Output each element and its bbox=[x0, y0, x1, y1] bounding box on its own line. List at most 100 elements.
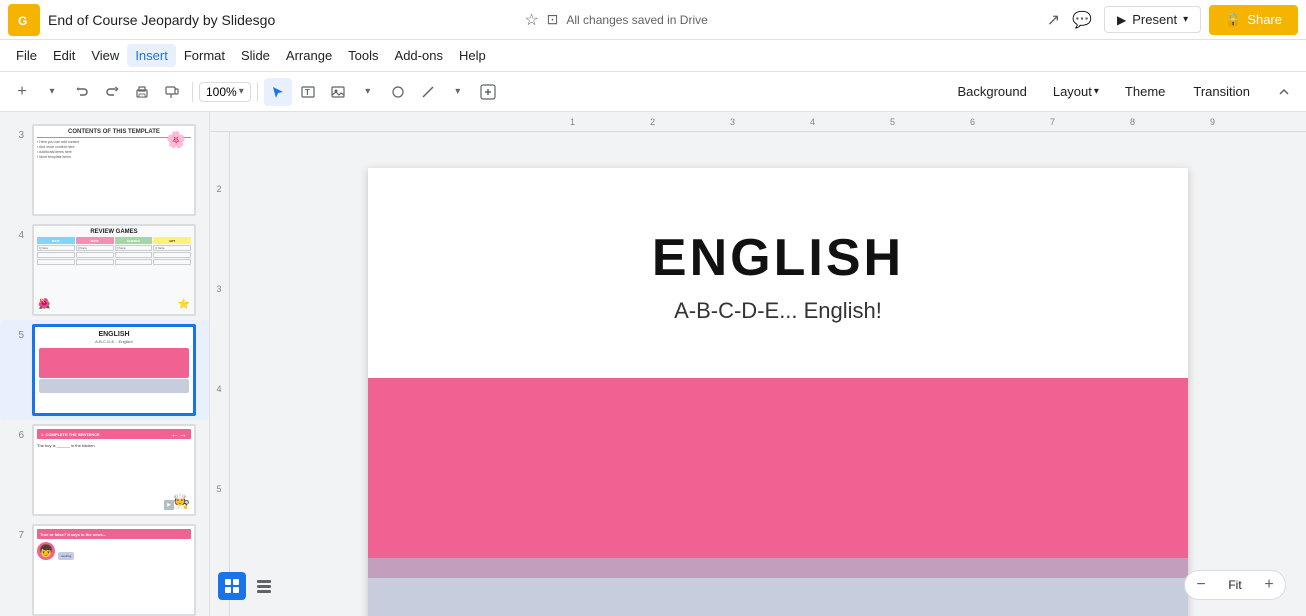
share-button[interactable]: 🔒 Share bbox=[1209, 5, 1298, 35]
redo-button[interactable] bbox=[98, 78, 126, 106]
zoom-dropdown-icon: ▾ bbox=[239, 86, 244, 97]
toolbar-right: Background Layout ▾ Theme Transition bbox=[945, 78, 1298, 106]
undo-dropdown-button[interactable]: ▾ bbox=[38, 78, 66, 106]
line-dropdown-button[interactable]: ▾ bbox=[444, 78, 472, 106]
slide-thumb-4: REVIEW GAMES MAT1 MAT2 SCIENCE ART Q Nam… bbox=[32, 224, 196, 316]
slide-subtitle: A-B-C-D-E... English! bbox=[674, 298, 882, 324]
svg-text:9: 9 bbox=[1210, 117, 1215, 127]
menu-arrange[interactable]: Arrange bbox=[278, 44, 340, 67]
zoom-in-button[interactable]: + bbox=[1257, 573, 1281, 597]
svg-text:5: 5 bbox=[890, 117, 895, 127]
svg-text:G: G bbox=[18, 14, 27, 28]
save-status: All changes saved in Drive bbox=[566, 13, 1034, 27]
svg-text:5: 5 bbox=[216, 484, 221, 494]
slide-item-4[interactable]: 4 REVIEW GAMES MAT1 MAT2 SCIENCE ART Q N… bbox=[0, 220, 209, 320]
menu-file[interactable]: File bbox=[8, 44, 45, 67]
present-dropdown-icon: ▾ bbox=[1183, 14, 1188, 25]
slide-num-3: 3 bbox=[8, 130, 24, 141]
zoom-value: 100% bbox=[206, 85, 237, 99]
toolbar: + ▾ 100% ▾ T ▾ ▾ Background bbox=[0, 72, 1306, 112]
main-content: 3 CONTENTS OF THIS TEMPLATE ▪ Here you c… bbox=[0, 112, 1306, 616]
menu-slide[interactable]: Slide bbox=[233, 44, 278, 67]
layout-button[interactable]: Layout ▾ bbox=[1043, 80, 1109, 103]
cursor-tool-button[interactable] bbox=[264, 78, 292, 106]
slide-item-3[interactable]: 3 CONTENTS OF THIS TEMPLATE ▪ Here you c… bbox=[0, 120, 209, 220]
menu-bar: File Edit View Insert Format Slide Arran… bbox=[0, 40, 1306, 72]
slide-pink-block bbox=[368, 378, 1188, 578]
canvas-scroll-area: ENGLISH A-B-C-D-E... English! bbox=[230, 132, 1306, 616]
slide-num-7: 7 bbox=[8, 530, 24, 541]
lock-icon: 🔒 bbox=[1225, 12, 1241, 28]
add-slide-button[interactable]: + bbox=[8, 78, 36, 106]
shape-tool-button[interactable] bbox=[384, 78, 412, 106]
action-buttons: ↗ 💬 ▶ Present ▾ 🔒 Share bbox=[1047, 5, 1298, 35]
slide-item-7[interactable]: 7 True or false? It says in the news... … bbox=[0, 520, 209, 616]
undo-button[interactable] bbox=[68, 78, 96, 106]
slide-panel: 3 CONTENTS OF THIS TEMPLATE ▪ Here you c… bbox=[0, 112, 210, 616]
menu-edit[interactable]: Edit bbox=[45, 44, 83, 67]
collapse-toolbar-button[interactable] bbox=[1270, 78, 1298, 106]
theme-button[interactable]: Theme bbox=[1113, 80, 1177, 103]
menu-insert[interactable]: Insert bbox=[127, 44, 176, 67]
svg-text:6: 6 bbox=[970, 117, 975, 127]
line-tool-button[interactable] bbox=[414, 78, 442, 106]
list-view-button[interactable] bbox=[250, 572, 278, 600]
svg-text:2: 2 bbox=[216, 184, 221, 194]
image-tool-button[interactable] bbox=[324, 78, 352, 106]
menu-help[interactable]: Help bbox=[451, 44, 494, 67]
menu-tools[interactable]: Tools bbox=[340, 44, 386, 67]
slide-title: ENGLISH bbox=[652, 228, 904, 288]
svg-text:3: 3 bbox=[730, 117, 735, 127]
slide-canvas: ENGLISH A-B-C-D-E... English! bbox=[368, 168, 1188, 616]
title-bar: G End of Course Jeopardy by Slidesgo ☆ ⊡… bbox=[0, 0, 1306, 40]
star-icon[interactable]: ☆ bbox=[524, 10, 538, 30]
image-dropdown-button[interactable]: ▾ bbox=[354, 78, 382, 106]
svg-text:8: 8 bbox=[1130, 117, 1135, 127]
paint-format-button[interactable] bbox=[158, 78, 186, 106]
svg-text:4: 4 bbox=[810, 117, 815, 127]
slide-num-6: 6 bbox=[8, 430, 24, 441]
grid-view-button[interactable] bbox=[218, 572, 246, 600]
present-button[interactable]: ▶ Present ▾ bbox=[1104, 6, 1201, 33]
text-tool-button[interactable]: T bbox=[294, 78, 322, 106]
zoom-control[interactable]: 100% ▾ bbox=[199, 82, 251, 102]
slide-item-6[interactable]: 6 1. COMPLETE THE SENTENCE ←→ The boy is… bbox=[0, 420, 209, 520]
menu-addons[interactable]: Add-ons bbox=[387, 44, 451, 67]
document-title: End of Course Jeopardy by Slidesgo bbox=[48, 12, 516, 28]
divider-1 bbox=[192, 82, 193, 102]
zoom-controls: − Fit + bbox=[1184, 570, 1286, 600]
layout-dropdown-icon: ▾ bbox=[1094, 86, 1099, 97]
special-add-button[interactable] bbox=[474, 78, 502, 106]
svg-text:4: 4 bbox=[216, 384, 221, 394]
vertical-ruler: 2 3 4 5 bbox=[210, 132, 230, 616]
app-icon: G bbox=[8, 4, 40, 36]
slide-thumb-7: True or false? It says in the news... 👦 … bbox=[32, 524, 196, 616]
horizontal-ruler: 1 2 3 4 5 6 7 8 9 bbox=[210, 112, 1306, 132]
background-button[interactable]: Background bbox=[945, 80, 1038, 103]
transition-button[interactable]: Transition bbox=[1181, 80, 1262, 103]
print-button[interactable] bbox=[128, 78, 156, 106]
zoom-display: Fit bbox=[1215, 578, 1255, 592]
trend-icon[interactable]: ↗ bbox=[1047, 10, 1060, 30]
menu-view[interactable]: View bbox=[83, 44, 127, 67]
slide-num-4: 4 bbox=[8, 230, 24, 241]
slide-thumb-3: CONTENTS OF THIS TEMPLATE ▪ Here you can… bbox=[32, 124, 196, 216]
present-icon: ▶ bbox=[1117, 13, 1126, 27]
divider-2 bbox=[257, 82, 258, 102]
svg-text:2: 2 bbox=[650, 117, 655, 127]
svg-text:3: 3 bbox=[216, 284, 221, 294]
svg-text:7: 7 bbox=[1050, 117, 1055, 127]
zoom-out-button[interactable]: − bbox=[1189, 573, 1213, 597]
slide-item-5[interactable]: 5 ENGLISH A-B-C-D-E... English! bbox=[0, 320, 209, 420]
canvas-area: 1 2 3 4 5 6 7 8 9 2 3 4 5 E bbox=[210, 112, 1306, 616]
svg-text:T: T bbox=[305, 88, 310, 97]
slide-lavender-block bbox=[368, 558, 1188, 616]
menu-format[interactable]: Format bbox=[176, 44, 233, 67]
svg-text:1: 1 bbox=[570, 117, 575, 127]
slide-thumb-6: 1. COMPLETE THE SENTENCE ←→ The boy is _… bbox=[32, 424, 196, 516]
slide-num-5: 5 bbox=[8, 330, 24, 341]
slide-thumb-5: ENGLISH A-B-C-D-E... English! bbox=[32, 324, 196, 416]
folder-icon[interactable]: ⊡ bbox=[547, 11, 559, 28]
comment-icon[interactable]: 💬 bbox=[1072, 10, 1092, 30]
view-mode-buttons bbox=[218, 572, 278, 600]
